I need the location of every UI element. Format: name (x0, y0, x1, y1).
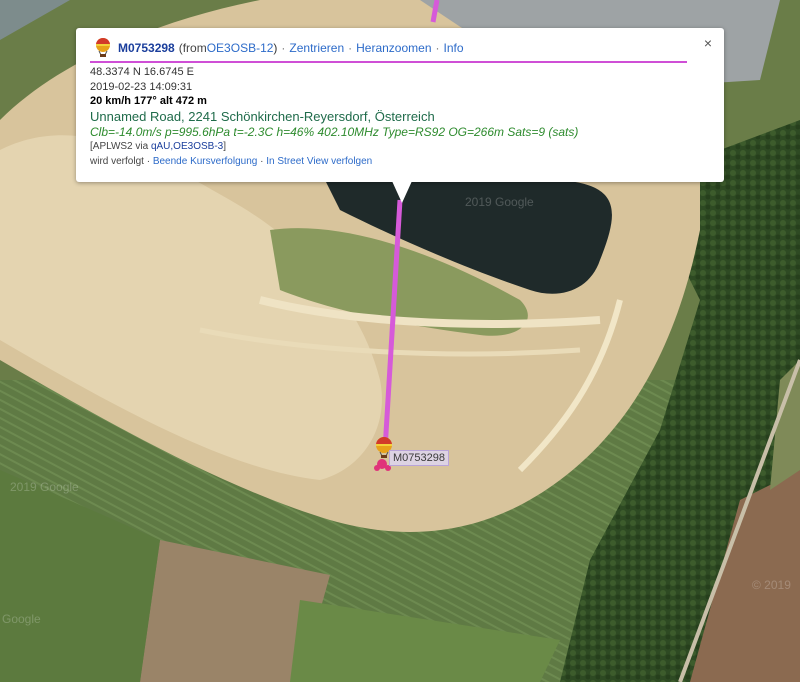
center-link[interactable]: Zentrieren (289, 41, 344, 55)
path-link[interactable]: qAU,OE3OSB-3 (151, 141, 223, 152)
from-prefix: (from (178, 41, 207, 55)
header-divider (90, 61, 687, 63)
address: Unnamed Road, 2241 Schönkirchen-Reyersdo… (90, 109, 435, 124)
popup-header: M0753298 (from OE3OSB-12 ) · Zentrieren … (94, 38, 464, 58)
marker-label[interactable]: M0753298 (389, 450, 449, 466)
tracking-row: wird verfolgt · Beende Kursverfolgung · … (90, 156, 373, 167)
packet-path: [APLWS2 via qAU,OE3OSB-3] (90, 141, 226, 152)
coordinates: 48.3374 N 16.6745 E (90, 66, 194, 78)
street-view-link[interactable]: In Street View verfolgen (266, 156, 372, 167)
speed-course-altitude: 20 km/h 177° alt 472 m (90, 95, 207, 107)
from-station-link[interactable]: OE3OSB-12 (207, 41, 274, 55)
from-suffix: ) (273, 41, 278, 55)
zoom-in-link[interactable]: Heranzoomen (356, 41, 431, 55)
info-popup: × M0753298 (from OE3OSB-12 ) · Zentriere… (76, 28, 724, 203)
info-link[interactable]: Info (444, 41, 464, 55)
popup-tail (392, 181, 412, 203)
watermark: 2019 Google (465, 195, 534, 209)
tracking-status: wird verfolgt (90, 156, 144, 167)
stop-tracking-link[interactable]: Beende Kursverfolgung (153, 156, 258, 167)
watermark: 2019 Google (10, 480, 79, 494)
watermark: Google (2, 612, 41, 626)
telemetry: Clb=-14.0m/s p=995.6hPa t=-2.3C h=46% 40… (90, 125, 579, 139)
callsign[interactable]: M0753298 (118, 41, 175, 55)
watermark: © 2019 (752, 578, 791, 592)
timestamp: 2019-02-23 14:09:31 (90, 81, 193, 93)
satellite-map[interactable]: 2019 Google 2019 Google © 2019 Google M0… (0, 0, 800, 682)
close-icon[interactable]: × (704, 35, 712, 51)
balloon-icon (96, 38, 110, 57)
